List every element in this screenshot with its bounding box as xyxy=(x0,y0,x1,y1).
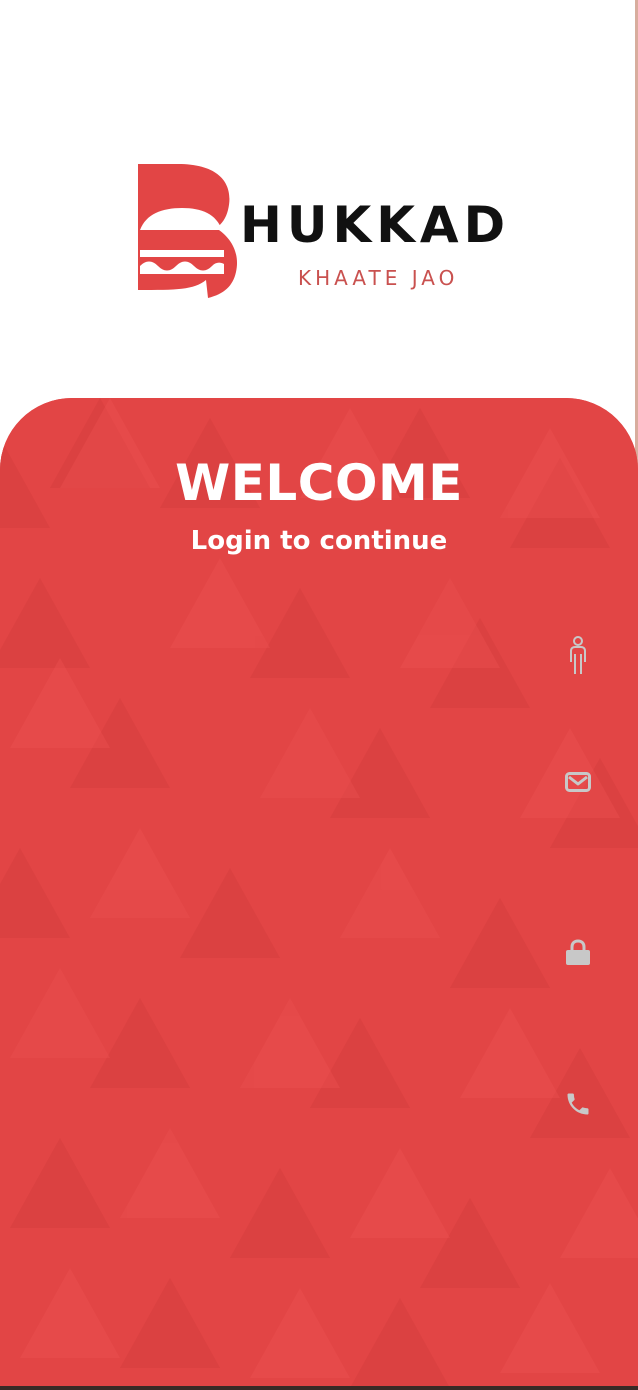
brand-tagline: KHAATE JAO xyxy=(298,266,459,290)
phone-field[interactable] xyxy=(40,1074,598,1134)
password-input[interactable] xyxy=(40,922,530,982)
password-field[interactable] xyxy=(40,922,598,982)
welcome-title: WELCOME xyxy=(175,454,463,512)
email-input[interactable] xyxy=(40,752,530,812)
person-icon xyxy=(558,636,598,676)
welcome-subtitle: Login to continue xyxy=(190,526,448,556)
phone-input[interactable] xyxy=(40,1074,530,1134)
email-field[interactable] xyxy=(40,752,598,812)
mail-icon xyxy=(558,762,598,802)
name-field[interactable] xyxy=(40,626,598,686)
brand-name: HUKKAD xyxy=(240,196,511,254)
lock-icon xyxy=(558,932,598,972)
app-logo: HUKKAD KHAATE JAO xyxy=(136,162,546,302)
window-edge-bottom xyxy=(0,1386,638,1390)
burger-b-logo-icon xyxy=(138,164,238,298)
name-input[interactable] xyxy=(40,626,530,686)
login-panel: WELCOME Login to continue xyxy=(0,398,638,1386)
phone-icon xyxy=(558,1084,598,1124)
